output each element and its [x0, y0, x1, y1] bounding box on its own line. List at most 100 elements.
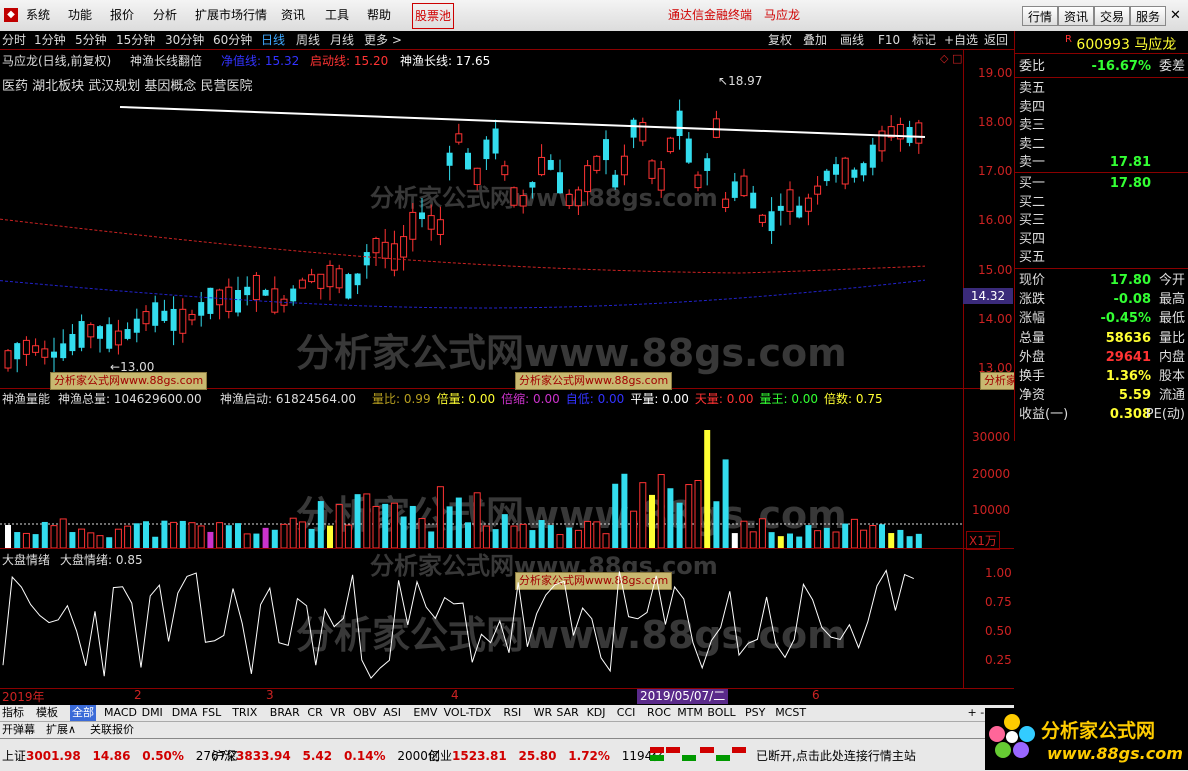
- mood-tick: 0.75: [985, 595, 1012, 609]
- indicator-tab-roc[interactable]: ROC: [647, 705, 671, 721]
- indicator-tab-emv[interactable]: EMV: [413, 705, 437, 721]
- indicator-tab-trix[interactable]: TRIX: [232, 705, 257, 721]
- candle: [603, 139, 609, 161]
- back-button[interactable]: 返回: [984, 31, 1008, 49]
- volume-bar: [87, 532, 95, 548]
- mark-button[interactable]: 标记: [912, 31, 936, 49]
- indicator-tab-mcst[interactable]: MCST: [775, 705, 806, 721]
- indicator-tab-fsl[interactable]: FSL: [202, 705, 221, 721]
- stock-code-name: R 600993 马应龙: [1065, 34, 1177, 53]
- buy-level-row: 买一 17.80: [1019, 176, 1151, 191]
- indicator-tab-kdj[interactable]: KDJ: [587, 705, 606, 721]
- indicator-tab-cci[interactable]: CCI: [617, 705, 636, 721]
- close-icon[interactable]: ✕: [1170, 8, 1181, 23]
- quote-button[interactable]: 行情: [1022, 6, 1059, 26]
- volume-bar: [584, 520, 592, 548]
- net-value-line: [0, 279, 926, 309]
- menu-help[interactable]: 帮助: [367, 0, 391, 31]
- candle: [529, 182, 536, 188]
- extend-tab[interactable]: 扩展∧: [46, 722, 76, 738]
- cy-index[interactable]: 创业1523.81 25.80 1.72% 1194亿: [428, 747, 664, 764]
- volume-bar: [289, 517, 297, 548]
- volume-bar: [888, 533, 895, 548]
- quote-stat-row: 涨幅 -0.45% 最低: [1019, 311, 1185, 327]
- period-30min[interactable]: 30分钟: [165, 31, 204, 49]
- period-monthly[interactable]: 月线: [330, 31, 354, 49]
- price-tick: 14.00: [978, 312, 1013, 326]
- indicator-tab-指标[interactable]: 指标: [2, 705, 24, 721]
- indicator-tab-boll[interactable]: BOLL: [707, 705, 735, 721]
- indicator-tab-obv[interactable]: OBV: [353, 705, 376, 721]
- indicator-tab-vol-tdx[interactable]: VOL-TDX: [444, 705, 492, 721]
- sh-index[interactable]: 上证3001.98 14.86 0.50% 2767亿: [2, 747, 238, 764]
- period-weekly[interactable]: 周线: [296, 31, 320, 49]
- indicator-tab-rsi[interactable]: RSI: [503, 705, 521, 721]
- indicator-tab-brar[interactable]: BRAR: [270, 705, 300, 721]
- related-quote-tab[interactable]: 关联报价: [90, 722, 134, 738]
- candle: [87, 324, 95, 338]
- candle: [685, 138, 692, 163]
- price-tick: 19.00: [978, 66, 1013, 80]
- indicator-tab-macd[interactable]: MACD: [104, 705, 137, 721]
- volume-tick: 20000: [972, 467, 1011, 481]
- indicator-tab-mtm[interactable]: MTM: [677, 705, 703, 721]
- volume-bar: [547, 525, 554, 548]
- period-60min[interactable]: 60分钟: [213, 31, 252, 49]
- trade-button[interactable]: 交易: [1094, 6, 1131, 26]
- volume-bar: [768, 532, 775, 548]
- period-daily[interactable]: 日线: [261, 31, 285, 49]
- volume-bar: [574, 529, 582, 548]
- info-button[interactable]: 资讯: [1058, 6, 1095, 26]
- indicator-tab-asi[interactable]: ASI: [383, 705, 401, 721]
- menu-system[interactable]: 系统: [26, 0, 50, 31]
- adjust-button[interactable]: 复权: [768, 31, 792, 49]
- volume-bar: [850, 518, 858, 548]
- volume-bar: [731, 533, 738, 548]
- period-1min[interactable]: 1分钟: [34, 31, 66, 49]
- window-stock-name: 马应龙: [764, 8, 801, 22]
- indicator-tab-全部[interactable]: 全部: [70, 705, 96, 721]
- indicator-tab-模板[interactable]: 模板: [36, 705, 58, 721]
- stock-pool-button[interactable]: 股票池: [412, 3, 455, 29]
- menu-analysis[interactable]: 分析: [153, 0, 177, 31]
- high-price-label: ↖18.97: [718, 74, 762, 88]
- menu-info[interactable]: 资讯: [281, 0, 305, 31]
- volume-bar: [814, 530, 822, 548]
- connection-status[interactable]: 已断开,点击此处连接行情主站: [756, 747, 916, 764]
- indicator-tab-dmi[interactable]: DMI: [142, 705, 163, 721]
- indicator-tab-wr[interactable]: WR: [534, 705, 553, 721]
- menu-extended-market[interactable]: 扩展市场行情: [195, 0, 267, 31]
- menu-quote[interactable]: 报价: [110, 0, 134, 31]
- menu-function[interactable]: 功能: [68, 0, 92, 31]
- candle: [823, 170, 830, 182]
- draw-button[interactable]: 画线: [840, 31, 864, 49]
- overlay-button[interactable]: 叠加: [803, 31, 827, 49]
- sz-index[interactable]: 沪深3833.94 5.42 0.14% 2000亿: [212, 747, 440, 764]
- indicator-tab-dma[interactable]: DMA: [172, 705, 198, 721]
- buy-level-row: 买二: [1019, 194, 1046, 210]
- volume-bar: [455, 497, 462, 548]
- indicator-tab-psy[interactable]: PSY: [745, 705, 765, 721]
- f10-button[interactable]: F10: [878, 31, 900, 49]
- danmaku-tab[interactable]: 开弹幕: [2, 722, 35, 738]
- candle: [60, 343, 67, 359]
- volume-bar: [758, 518, 766, 548]
- add-favorite-button[interactable]: +自选: [944, 31, 978, 49]
- quote-stat-row: 外盘 29641 内盘: [1019, 349, 1185, 365]
- indicator-tab-cr[interactable]: CR: [307, 705, 322, 721]
- price-tick: 16.00: [978, 213, 1013, 227]
- period-15min[interactable]: 15分钟: [116, 31, 155, 49]
- y-axis-line: [963, 49, 964, 689]
- indicator-tab-sar[interactable]: SAR: [556, 705, 578, 721]
- service-button[interactable]: 服务: [1130, 6, 1167, 26]
- volume-bar: [906, 536, 913, 548]
- candle: [666, 137, 674, 153]
- period-timeshare[interactable]: 分时: [2, 31, 26, 49]
- volume-bar: [363, 493, 371, 548]
- period-5min[interactable]: 5分钟: [75, 31, 107, 49]
- candle: [620, 155, 628, 176]
- indicator-tab-vr[interactable]: VR: [330, 705, 345, 721]
- volume-bar: [243, 533, 251, 548]
- period-more[interactable]: 更多 >: [364, 31, 402, 49]
- menu-tools[interactable]: 工具: [325, 0, 349, 31]
